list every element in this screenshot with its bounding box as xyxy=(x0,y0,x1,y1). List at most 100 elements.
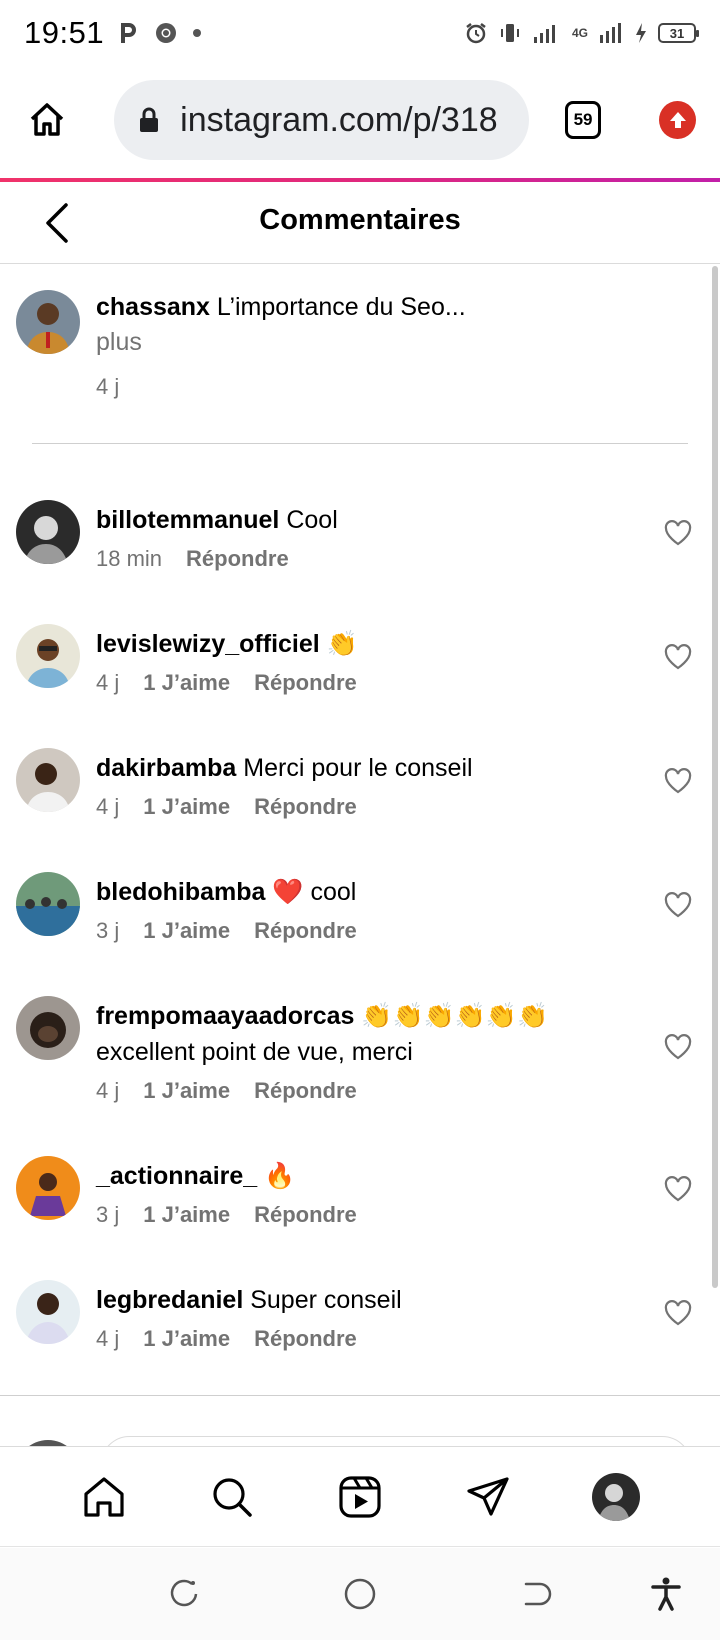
reels-icon xyxy=(339,1475,381,1518)
battery-indicator: 31 xyxy=(658,23,699,43)
user-photo-icon xyxy=(16,872,80,936)
divider xyxy=(0,1395,720,1396)
reply-button[interactable]: Répondre xyxy=(254,1326,357,1352)
likes-count[interactable]: 1 J’aime xyxy=(143,1078,230,1104)
comment-text: Cool xyxy=(286,506,338,534)
signal-icon xyxy=(533,25,555,43)
parking-app-icon xyxy=(121,23,137,43)
like-heart-icon[interactable] xyxy=(664,1034,692,1060)
user-photo-icon xyxy=(16,1280,80,1344)
url-bar[interactable]: instagram.com/p/318 xyxy=(114,80,529,160)
tab-switcher-button[interactable]: 59 xyxy=(564,101,602,139)
divider xyxy=(32,443,688,444)
nav-home-button[interactable] xyxy=(78,1471,130,1523)
reply-button[interactable]: Répondre xyxy=(254,1078,357,1104)
back-icon[interactable] xyxy=(518,1576,554,1612)
nav-profile-button[interactable] xyxy=(590,1471,642,1523)
like-heart-icon[interactable] xyxy=(664,644,692,670)
comment-text: Super conseil xyxy=(250,1286,402,1314)
search-icon xyxy=(213,1477,252,1517)
like-heart-icon[interactable] xyxy=(664,892,692,918)
avatar[interactable] xyxy=(16,624,80,688)
comments-header: Commentaires xyxy=(0,182,720,264)
reply-button[interactable]: Répondre xyxy=(254,794,357,820)
like-heart-icon[interactable] xyxy=(664,1176,692,1202)
avatar[interactable] xyxy=(16,500,80,564)
user-photo-icon xyxy=(16,748,80,812)
avatar[interactable] xyxy=(16,290,80,354)
arrow-up-icon xyxy=(669,112,686,128)
caption-text: L’importance du Seo... xyxy=(216,293,466,321)
comment-text: ❤️ cool xyxy=(272,878,357,906)
user-photo-icon xyxy=(16,996,80,1060)
like-heart-icon[interactable] xyxy=(664,768,692,794)
browser-home-button[interactable] xyxy=(24,96,70,144)
vibrate-icon xyxy=(500,24,519,42)
comment-username[interactable]: frempomaayaadorcas xyxy=(96,1002,354,1030)
user-photo-icon xyxy=(16,290,80,354)
avatar[interactable] xyxy=(16,1280,80,1344)
user-photo-icon xyxy=(592,1472,640,1521)
avatar[interactable] xyxy=(16,872,80,936)
bottom-navigation xyxy=(0,1446,720,1546)
reply-button[interactable]: Répondre xyxy=(254,670,357,696)
avatar[interactable] xyxy=(16,1156,80,1220)
system-navigation-bar xyxy=(0,1548,720,1640)
accessibility-icon[interactable] xyxy=(648,1576,684,1612)
reply-button[interactable]: Répondre xyxy=(254,918,357,944)
comment-timestamp: 4 j xyxy=(96,1078,120,1103)
alarm-icon xyxy=(466,23,486,44)
home-icon xyxy=(30,103,64,136)
recents-icon[interactable] xyxy=(166,1576,202,1612)
comment-username[interactable]: legbredaniel xyxy=(96,1286,243,1314)
avatar[interactable] xyxy=(16,996,80,1060)
comment-username[interactable]: levislewizy_officiel xyxy=(96,630,320,658)
comment-timestamp: 4 j xyxy=(96,1326,120,1351)
comment-timestamp: 3 j xyxy=(96,1202,120,1227)
home-circle-icon[interactable] xyxy=(342,1576,378,1612)
like-heart-icon[interactable] xyxy=(664,520,692,546)
page-title: Commentaires xyxy=(259,204,461,236)
charging-icon xyxy=(636,23,646,43)
caption-username[interactable]: chassanx xyxy=(96,293,210,321)
comment-timestamp: 18 min xyxy=(96,546,163,571)
status-bar: 19:51 4G 31 xyxy=(0,0,720,66)
comment-username[interactable]: _actionnaire_ xyxy=(96,1162,257,1190)
network-type-label: 4G xyxy=(571,26,588,40)
likes-count[interactable]: 1 J’aime xyxy=(143,1326,230,1352)
likes-count[interactable]: 1 J’aime xyxy=(143,670,230,696)
likes-count[interactable]: 1 J’aime xyxy=(143,918,230,944)
update-button[interactable] xyxy=(659,101,696,139)
chrome-icon xyxy=(156,23,177,43)
profile-avatar xyxy=(592,1472,640,1521)
reply-button[interactable]: Répondre xyxy=(186,546,289,572)
scrollbar[interactable] xyxy=(712,266,718,1288)
like-heart-icon[interactable] xyxy=(664,1300,692,1326)
send-icon xyxy=(467,1476,509,1516)
notification-dot-icon xyxy=(193,29,202,37)
comment-timestamp: 3 j xyxy=(96,918,120,943)
comment-text: 🔥 xyxy=(264,1162,296,1190)
comment-timestamp: 4 j xyxy=(96,794,120,819)
comment-timestamp: 4 j xyxy=(96,670,120,695)
nav-messages-button[interactable] xyxy=(462,1471,514,1523)
comment-text: 👏 xyxy=(326,630,358,658)
user-photo-icon xyxy=(16,500,80,564)
user-photo-icon xyxy=(16,624,80,688)
divider xyxy=(0,1546,720,1547)
comment-username[interactable]: billotemmanuel xyxy=(96,506,279,534)
user-photo-icon xyxy=(16,1156,80,1220)
nav-reels-button[interactable] xyxy=(334,1471,386,1523)
nav-search-button[interactable] xyxy=(206,1471,258,1523)
home-icon xyxy=(84,1476,124,1517)
avatar[interactable] xyxy=(16,748,80,812)
comment-username[interactable]: dakirbamba xyxy=(96,754,236,782)
reply-button[interactable]: Répondre xyxy=(254,1202,357,1228)
likes-count[interactable]: 1 J’aime xyxy=(143,794,230,820)
url-text: instagram.com/p/318 xyxy=(180,100,498,139)
status-time: 19:51 xyxy=(24,15,105,50)
more-link[interactable]: plus xyxy=(96,328,142,357)
comment-username[interactable]: bledohibamba xyxy=(96,878,265,906)
likes-count[interactable]: 1 J’aime xyxy=(143,1202,230,1228)
signal-2-icon xyxy=(600,23,621,43)
